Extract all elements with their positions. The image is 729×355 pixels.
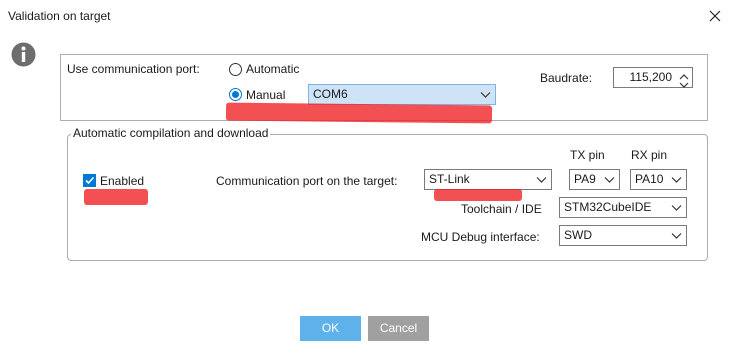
window-title: Validation on target (8, 9, 111, 23)
tx-pin-label: TX pin (570, 148, 605, 162)
com-port-dropdown[interactable]: COM6 (308, 84, 496, 105)
ok-button[interactable]: OK (300, 316, 361, 341)
automatic-radio-label: Automatic (246, 62, 300, 76)
annotation-mark-stlink (434, 189, 522, 201)
automatic-radio[interactable] (229, 63, 242, 76)
debug-interface-value: SWD (564, 228, 592, 242)
annotation-mark-com (225, 102, 493, 124)
manual-radio-label: Manual (246, 88, 286, 102)
baudrate-spinner[interactable]: 115,200 (613, 67, 693, 88)
baudrate-value: 115,200 (629, 70, 673, 84)
spin-down-icon[interactable] (678, 78, 690, 88)
tx-pin-dropdown[interactable]: PA9 (569, 169, 620, 190)
comm-port-target-label: Communication port on the target: (216, 174, 398, 188)
auto-compilation-title: Automatic compilation and download (71, 126, 271, 140)
chevron-down-icon (603, 173, 616, 186)
debug-interface-dropdown[interactable]: SWD (559, 225, 687, 246)
chevron-down-icon (535, 173, 548, 186)
comm-port-target-value: ST-Link (429, 172, 470, 186)
chevron-down-icon (670, 201, 683, 214)
tx-pin-value: PA9 (574, 172, 596, 186)
toolchain-label: Toolchain / IDE (461, 202, 542, 216)
close-icon[interactable] (707, 8, 723, 24)
rx-pin-value: PA10 (635, 172, 664, 186)
comm-port-target-dropdown[interactable]: ST-Link (424, 169, 552, 190)
annotation-mark-enabled (84, 189, 148, 205)
info-icon (11, 42, 36, 67)
rx-pin-label: RX pin (631, 148, 668, 162)
communication-port-label: Use communication port: (67, 62, 200, 76)
baudrate-label: Baudrate: (540, 71, 593, 85)
debug-interface-label: MCU Debug interface: (421, 230, 540, 244)
manual-radio[interactable] (229, 88, 242, 101)
chevron-down-icon (670, 173, 683, 186)
cancel-button[interactable]: Cancel (368, 316, 429, 341)
chevron-down-icon (479, 88, 492, 101)
rx-pin-dropdown[interactable]: PA10 (630, 169, 687, 190)
toolchain-dropdown[interactable]: STM32CubeIDE (559, 197, 687, 218)
enabled-checkbox[interactable] (83, 174, 96, 187)
enabled-label: Enabled (100, 174, 145, 188)
chevron-down-icon (670, 229, 683, 242)
toolchain-value: STM32CubeIDE (564, 200, 652, 214)
com-port-value: COM6 (313, 87, 348, 101)
spin-up-icon[interactable] (678, 70, 690, 80)
